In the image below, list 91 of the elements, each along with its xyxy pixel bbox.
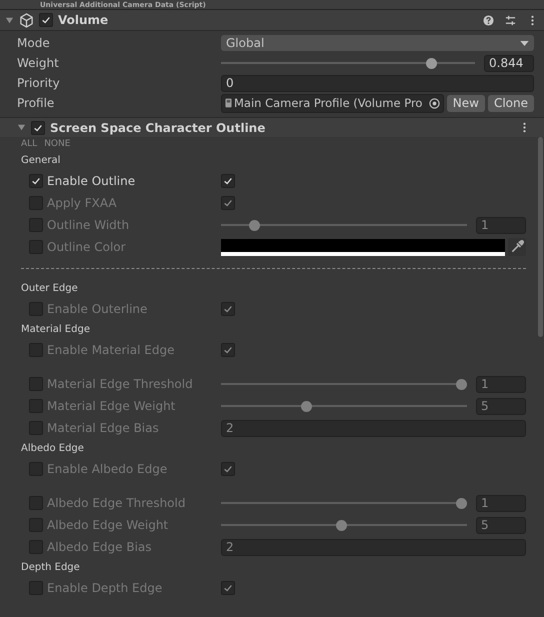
object-name: Main Camera Profile (Volume Pro [234, 96, 424, 110]
property-label: Material Edge Weight [47, 399, 176, 413]
eyedropper-icon[interactable] [508, 238, 526, 256]
property-label: Enable Outerline [47, 302, 148, 316]
toggle-checkbox[interactable] [221, 196, 235, 210]
override-checkbox[interactable] [29, 462, 43, 476]
none-link[interactable]: NONE [44, 139, 70, 149]
checkmark-icon [223, 176, 233, 186]
mode-dropdown[interactable]: Global [221, 35, 534, 51]
group-header: Outer Edge [21, 282, 79, 296]
checkmark-icon [223, 345, 233, 355]
property-label: Material Edge Bias [47, 421, 160, 435]
override-checkbox[interactable] [29, 496, 43, 510]
component-title: Volume [58, 13, 108, 27]
enabled-checkbox[interactable] [31, 120, 45, 134]
profile-button[interactable]: New [446, 94, 485, 112]
slider-thumb[interactable] [456, 378, 467, 390]
property-label: Outline Color [47, 240, 127, 254]
cube-icon [19, 12, 34, 28]
group-header: General [21, 154, 62, 168]
override-checkbox[interactable] [29, 218, 43, 232]
override-checkbox[interactable] [29, 377, 43, 391]
group-header: Depth Edge [21, 561, 81, 575]
override-checkbox[interactable] [29, 518, 43, 532]
toggle-checkbox[interactable] [221, 174, 235, 188]
slider-thumb[interactable] [300, 400, 312, 412]
property-label: Albedo Edge Threshold [47, 496, 186, 510]
property-label: Enable Outline [47, 174, 136, 188]
property-label: Albedo Edge Weight [47, 518, 170, 532]
override-checkbox[interactable] [29, 174, 43, 188]
object-field[interactable]: Main Camera Profile (Volume Pro [221, 94, 444, 112]
checkmark-icon [223, 304, 233, 314]
number-field[interactable]: 0.844 [484, 54, 534, 72]
override-checkbox[interactable] [29, 196, 43, 210]
profile-button[interactable]: Clone [488, 94, 534, 112]
property-label: Enable Depth Edge [47, 581, 164, 595]
all-link[interactable]: ALL [21, 139, 38, 149]
group-header: Albedo Edge [21, 442, 85, 456]
number-field[interactable]: 2 [221, 538, 526, 556]
help-icon[interactable] [483, 14, 494, 26]
slider-thumb[interactable] [249, 220, 260, 230]
toggle-checkbox[interactable] [221, 462, 235, 476]
override-checkbox[interactable] [29, 302, 43, 316]
number-field[interactable]: 0 [221, 74, 534, 92]
toggle-checkbox[interactable] [221, 302, 235, 316]
field-label: Profile [17, 96, 56, 110]
checkmark-icon [33, 122, 43, 132]
number-field[interactable]: 1 [476, 376, 526, 392]
toggle-checkbox[interactable] [221, 343, 235, 357]
number-field[interactable]: 5 [476, 516, 526, 534]
color-field[interactable] [221, 238, 505, 256]
group-header: Material Edge [21, 323, 91, 337]
foldout-arrow-icon[interactable] [17, 123, 26, 132]
field-label: Weight [17, 56, 60, 70]
override-checkbox[interactable] [29, 240, 43, 254]
section-title: Screen Space Character Outline [50, 120, 266, 134]
toggle-checkbox[interactable] [221, 581, 235, 595]
asset-icon [225, 98, 232, 108]
object-picker-icon[interactable] [428, 98, 440, 108]
field-label: Mode [17, 36, 51, 50]
property-label: Enable Material Edge [47, 343, 176, 357]
checkmark-icon [223, 198, 233, 208]
property-label: Apply FXAA [47, 196, 118, 210]
override-checkbox[interactable] [29, 399, 43, 413]
foldout-arrow-icon[interactable] [5, 16, 14, 24]
override-checkbox[interactable] [29, 540, 43, 554]
checkmark-icon [223, 583, 233, 593]
component-header[interactable]: Volume [0, 10, 544, 31]
property-label: Material Edge Threshold [47, 377, 194, 391]
number-field[interactable]: 1 [476, 494, 526, 512]
slider-thumb[interactable] [456, 498, 467, 508]
checkmark-icon [223, 464, 233, 474]
checkmark-icon [31, 176, 41, 186]
settings-sliders-icon[interactable] [505, 14, 516, 26]
override-checkbox[interactable] [29, 581, 43, 595]
scrollbar[interactable] [538, 137, 543, 337]
slider-thumb[interactable] [426, 58, 438, 68]
number-field[interactable]: 2 [221, 420, 526, 436]
property-label: Outline Width [47, 218, 130, 232]
number-field[interactable]: 5 [476, 398, 526, 414]
slider-thumb[interactable] [336, 520, 348, 530]
section-header[interactable]: Screen Space Character Outline [0, 117, 544, 137]
field-label: Priority [17, 76, 61, 90]
checkmark-icon [41, 15, 51, 25]
override-checkbox[interactable] [29, 421, 43, 435]
property-label: Albedo Edge Bias [47, 540, 153, 554]
enabled-checkbox[interactable] [39, 13, 53, 27]
number-field[interactable]: 1 [476, 216, 526, 234]
override-checkbox[interactable] [29, 343, 43, 357]
caret-icon [520, 40, 529, 46]
property-label: Enable Albedo Edge [47, 462, 168, 476]
